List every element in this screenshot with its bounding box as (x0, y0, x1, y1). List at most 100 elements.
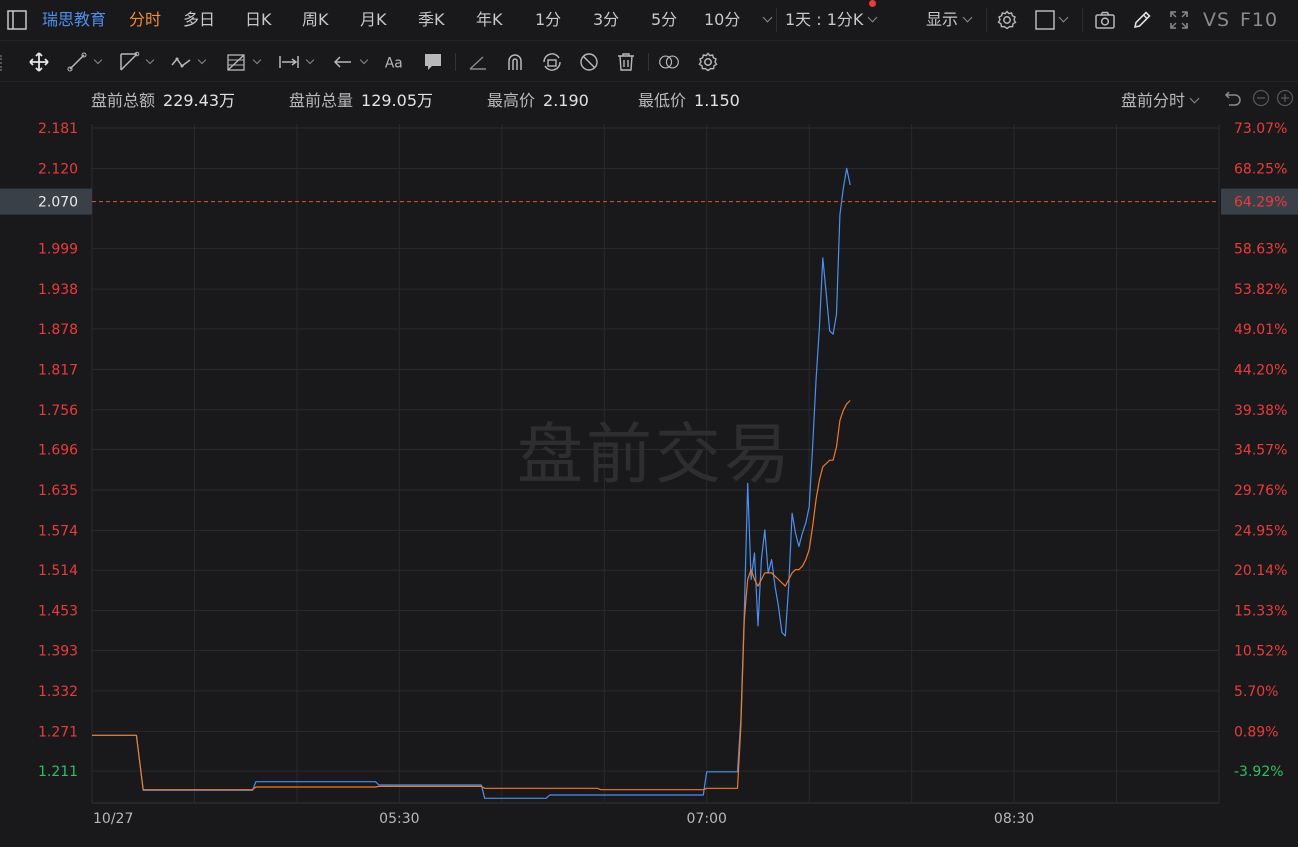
vs-compare-button[interactable]: VS (1203, 0, 1230, 40)
y-tick-pct-label: 0.89% (1234, 724, 1278, 740)
overlap-circles-icon (659, 55, 679, 69)
notification-dot (869, 0, 876, 7)
magnet-icon (508, 54, 522, 70)
drawing-settings-tool[interactable] (697, 50, 719, 74)
range-select-label: 1天 : 1分K (785, 10, 864, 29)
layout-dropdown[interactable] (1054, 0, 1069, 40)
current-pct-label: 64.29% (1234, 195, 1287, 211)
y-tick-pct-label: 34.57% (1234, 443, 1287, 459)
line-tool[interactable] (66, 50, 103, 74)
divider (455, 53, 456, 71)
settings-gear-icon[interactable] (996, 9, 1018, 31)
x-tick-label: 10/27 (93, 811, 133, 827)
chevron-down-icon (145, 55, 155, 65)
top-menu-bar: 瑞思教育 分时 多日 日K 周K 月K 季K 年K 1分 3分 5分 10分 1… (0, 0, 1298, 40)
premarket-amount-value: 229.43万 (163, 91, 236, 110)
y-tick-price-label: 1.332 (38, 684, 78, 700)
comment-tool[interactable] (422, 50, 444, 74)
period-tab-5min[interactable]: 5分 (651, 0, 677, 40)
gear-icon (698, 52, 718, 72)
undo-icon[interactable] (1223, 88, 1243, 108)
chevron-down-icon (762, 12, 773, 23)
chevron-down-icon (962, 12, 973, 23)
premarket-stats-row: 盘前总额 229.43万 盘前总量 129.05万 最高价 2.190 最低价 1.15… (0, 82, 1298, 112)
period-tab-3min[interactable]: 3分 (593, 0, 619, 40)
eye-off-icon (580, 53, 598, 71)
toolbar-grip (0, 55, 4, 71)
fibonacci-tool[interactable] (225, 50, 262, 74)
low-price-label: 最低价 (638, 91, 687, 110)
f10-button[interactable]: F10 (1240, 0, 1278, 40)
fullscreen-icon[interactable] (1168, 9, 1190, 31)
period-tab-quarterly[interactable]: 季K (418, 0, 445, 40)
x-axis-labels: 10/27 05:30 07:00 08:30 (93, 811, 1034, 827)
hide-drawings-tool[interactable] (578, 50, 600, 74)
premarket-watermark: 盘前交易 (517, 416, 793, 493)
y-tick-price-label: 1.514 (38, 563, 78, 579)
period-tab-yearly[interactable]: 年K (476, 0, 503, 40)
range-select[interactable]: 1天 : 1分K (785, 0, 878, 40)
period-tab-monthly[interactable]: 月K (360, 0, 387, 40)
angle-icon (469, 56, 486, 70)
y-tick-pct-label: 49.01% (1234, 322, 1287, 338)
display-menu-label: 显示 (926, 10, 959, 29)
x-tick-label: 05:30 (379, 811, 419, 827)
premarket-volume-label: 盘前总量 (289, 91, 354, 110)
ruler-tool[interactable] (467, 50, 489, 74)
y-tick-price-label: 1.453 (38, 604, 78, 620)
layout-square-icon[interactable] (1034, 9, 1056, 31)
divider (1082, 8, 1083, 32)
move-arrows-icon (29, 52, 49, 72)
sidebar-toggle-icon[interactable] (6, 9, 28, 31)
period-tab-10min[interactable]: 10分 (704, 0, 740, 40)
delete-drawings-tool[interactable] (615, 50, 637, 74)
y-tick-pct-label: 20.14% (1234, 563, 1287, 579)
line-segment-icon (67, 52, 87, 72)
lock-drawings-tool[interactable] (541, 50, 563, 74)
y-tick-price-label: 1.635 (38, 483, 78, 499)
y-tick-price-label: 1.211 (38, 764, 78, 780)
zoom-out-icon[interactable] (1252, 89, 1270, 107)
intraday-chart[interactable]: 盘前交易 2.181 73.07% 2.120 68.25% 1.999 58.63% 1.… (0, 112, 1298, 847)
channel-icon (120, 51, 140, 71)
pencil-icon[interactable] (1131, 9, 1153, 31)
y-tick-pct-label: 24.95% (1234, 523, 1287, 539)
zoom-in-icon[interactable] (1276, 89, 1294, 107)
period-tab-daily[interactable]: 日K (245, 0, 272, 40)
range-measure-icon (279, 56, 299, 68)
text-aa-icon: Aa (385, 56, 403, 72)
stock-name: 瑞思教育 (42, 10, 107, 29)
move-tool[interactable] (28, 50, 50, 74)
arrow-tool[interactable] (332, 50, 369, 74)
more-periods-dropdown[interactable] (758, 0, 773, 40)
period-tab-intraday[interactable]: 分时 (129, 0, 161, 40)
fibonacci-grid-icon (227, 54, 245, 71)
overlay-tool[interactable] (658, 50, 680, 74)
session-select[interactable]: 盘前分时 (1121, 87, 1200, 111)
svg-text:Aa: Aa (385, 56, 403, 72)
magnet-tool[interactable] (504, 50, 526, 74)
period-tab-multiday[interactable]: 多日 (183, 0, 215, 40)
chevron-down-icon (1058, 12, 1069, 23)
y-tick-price-label: 1.938 (38, 282, 78, 298)
y-tick-price-label: 1.696 (38, 443, 78, 459)
chart-canvas[interactable]: 盘前交易 2.181 73.07% 2.120 68.25% 1.999 58.63% 1.… (0, 112, 1298, 847)
measure-tool[interactable] (278, 50, 315, 74)
display-menu[interactable]: 显示 (926, 0, 973, 40)
polyline-tool[interactable] (170, 50, 207, 74)
speech-bubble-icon (425, 54, 441, 70)
text-tool[interactable]: Aa (384, 50, 406, 74)
camera-icon[interactable] (1094, 9, 1116, 31)
trash-icon (618, 53, 634, 71)
low-price-value: 1.150 (694, 91, 740, 110)
period-tab-weekly[interactable]: 周K (302, 0, 329, 40)
polyline-icon (171, 57, 191, 68)
channel-tool[interactable] (118, 50, 155, 74)
current-price-label: 2.070 (38, 195, 78, 211)
y-tick-pct-label: 73.07% (1234, 121, 1287, 137)
period-tab-1min[interactable]: 1分 (535, 0, 561, 40)
y-tick-pct-label: 10.52% (1234, 643, 1287, 659)
x-tick-label: 07:00 (687, 811, 727, 827)
y-tick-price-label: 2.120 (38, 161, 78, 177)
y-tick-price-label: 1.271 (38, 724, 78, 740)
